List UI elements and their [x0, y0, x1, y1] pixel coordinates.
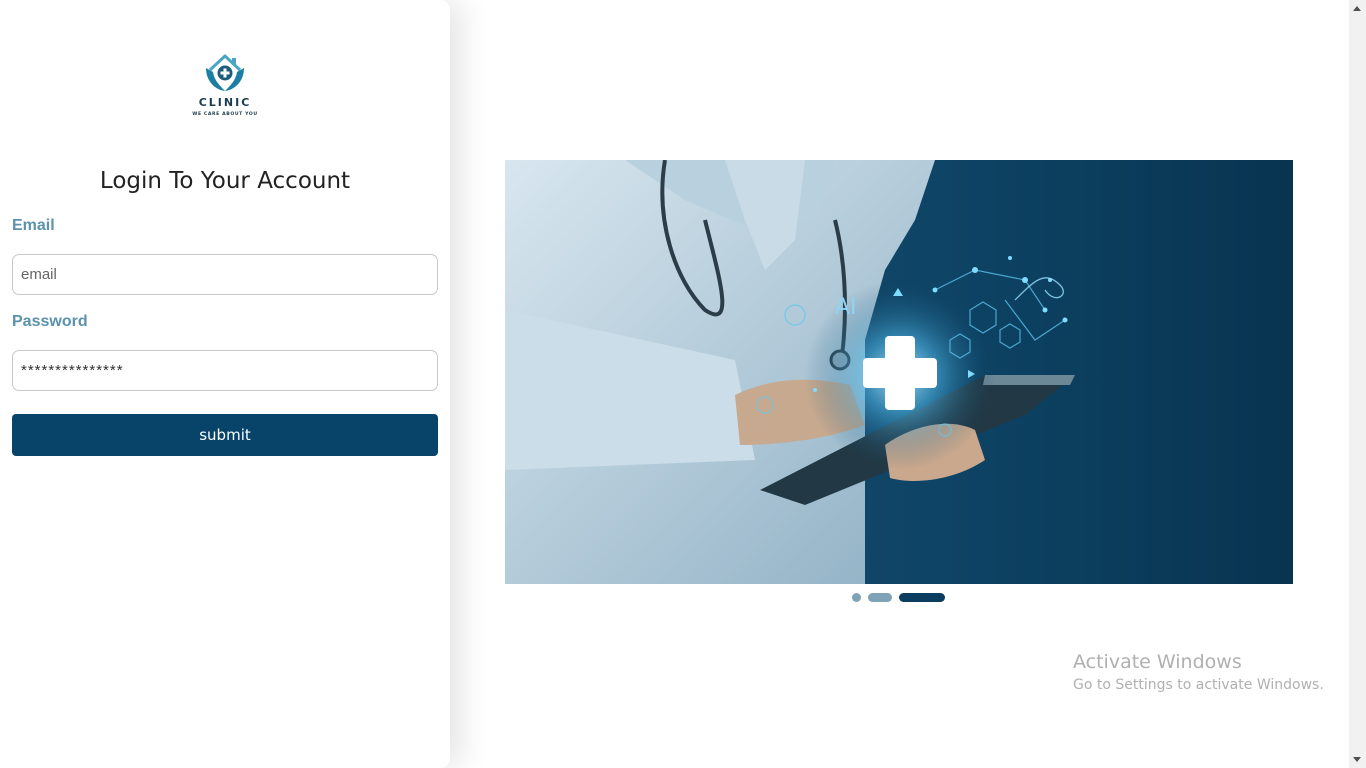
- carousel-dot-2[interactable]: [868, 593, 892, 602]
- password-input[interactable]: [12, 350, 438, 391]
- email-input[interactable]: [12, 254, 438, 295]
- clinic-logo: CLINIC WE CARE ABOUT YOU: [186, 50, 264, 122]
- password-label: Password: [12, 313, 88, 330]
- watermark-subtitle: Go to Settings to activate Windows.: [1073, 677, 1324, 693]
- hero-image: AI: [505, 160, 1293, 584]
- submit-button[interactable]: submit: [12, 414, 438, 456]
- page-scrollbar[interactable]: [1349, 0, 1366, 768]
- house-hands-cross-icon: [206, 54, 244, 91]
- scroll-down-arrow-icon[interactable]: [1353, 757, 1361, 762]
- email-label: Email: [12, 217, 55, 234]
- windows-activation-watermark: Activate Windows Go to Settings to activ…: [1073, 651, 1324, 693]
- carousel-dot-3-active[interactable]: [899, 593, 945, 602]
- logo-name: CLINIC: [198, 96, 252, 109]
- carousel-dot-1[interactable]: [852, 593, 861, 602]
- page-title: Login To Your Account: [99, 168, 351, 194]
- ai-text: AI: [835, 295, 857, 320]
- logo-tagline: WE CARE ABOUT YOU: [192, 112, 258, 117]
- login-panel: CLINIC WE CARE ABOUT YOU Login To Your A…: [0, 0, 450, 768]
- watermark-title: Activate Windows: [1073, 651, 1242, 673]
- scroll-up-arrow-icon[interactable]: [1353, 6, 1361, 11]
